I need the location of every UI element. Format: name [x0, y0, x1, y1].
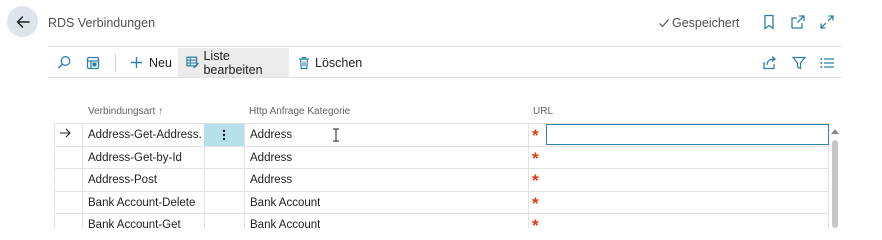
toolbar-bottom-border: [48, 77, 841, 78]
grid-line: [54, 213, 829, 214]
bookmark-icon[interactable]: [760, 13, 778, 31]
table-row-type[interactable]: Bank Account-Get: [88, 219, 181, 231]
column-header-connection-type[interactable]: Verbindungsart ↑: [88, 106, 163, 117]
delete-button-label: Löschen: [315, 55, 363, 70]
delete-button[interactable]: Löschen: [294, 48, 366, 77]
required-icon: *: [532, 194, 539, 213]
required-icon: *: [532, 149, 539, 168]
table-row-category[interactable]: Address: [250, 152, 292, 164]
list-view-button[interactable]: [818, 48, 836, 77]
table-row-category[interactable]: Address: [250, 174, 292, 186]
grid-line: [54, 168, 829, 169]
back-button[interactable]: [7, 6, 38, 37]
row-actions-button[interactable]: [204, 124, 244, 146]
search-icon: [57, 56, 70, 69]
toolbar-top-border: [48, 46, 841, 47]
table-row-type[interactable]: Bank Account-Delete: [88, 197, 195, 209]
column-header-url[interactable]: URL: [533, 106, 553, 117]
new-button-label: Neu: [149, 55, 172, 70]
current-row-arrow-icon: [58, 127, 72, 142]
checkmark-icon: [659, 19, 669, 28]
page-title: RDS Verbindungen: [48, 16, 156, 30]
scrollbar-thumb[interactable]: [832, 140, 838, 228]
table-row-type[interactable]: Address-Get-Address...: [88, 129, 202, 141]
layout-icon: [86, 56, 100, 69]
plus-icon: [131, 57, 142, 68]
column-header-http-category[interactable]: Http Anfrage Kategorie: [249, 106, 350, 117]
search-button[interactable]: [54, 48, 74, 77]
new-button[interactable]: Neu: [124, 48, 178, 77]
required-icon: *: [532, 216, 539, 235]
expand-icon[interactable]: [818, 13, 836, 31]
share-icon: [762, 56, 776, 70]
arrow-left-icon: [16, 15, 30, 28]
url-input[interactable]: [546, 124, 829, 145]
filter-button[interactable]: [790, 48, 808, 77]
text-cursor-icon: [332, 128, 340, 145]
saved-status-label: Gespeichert: [672, 16, 740, 30]
required-icon: *: [532, 126, 539, 145]
trash-icon: [299, 56, 309, 69]
sort-ascending-icon: ↑: [158, 106, 164, 117]
grid-column-line: [82, 124, 83, 228]
grid-column-line: [54, 124, 55, 228]
toolbar-separator: [115, 54, 116, 72]
grid-line: [54, 191, 829, 192]
grid-column-line: [528, 124, 529, 228]
table-row-category[interactable]: Address: [250, 129, 292, 141]
table-row-category[interactable]: Bank Account: [250, 197, 320, 209]
table-row-type[interactable]: Address-Post: [88, 174, 157, 186]
share-button[interactable]: [760, 48, 778, 77]
more-vertical-icon: [222, 129, 226, 141]
edit-list-label: Liste bearbeiten: [203, 48, 263, 77]
edit-list-icon: [186, 56, 200, 69]
grid-column-line: [244, 124, 245, 228]
view-layout-button[interactable]: [83, 48, 103, 77]
filter-icon: [792, 56, 806, 69]
table-row-type[interactable]: Address-Get-by-Id: [88, 152, 182, 164]
required-icon: *: [532, 171, 539, 190]
open-new-window-icon[interactable]: [789, 13, 807, 31]
edit-list-button[interactable]: Liste bearbeiten: [178, 48, 289, 77]
list-icon: [820, 57, 834, 68]
scroll-up-arrow-icon[interactable]: [830, 127, 840, 135]
table-row-category[interactable]: Bank Account: [250, 219, 320, 231]
saved-status: Gespeichert: [658, 16, 739, 30]
grid-line: [54, 146, 829, 147]
